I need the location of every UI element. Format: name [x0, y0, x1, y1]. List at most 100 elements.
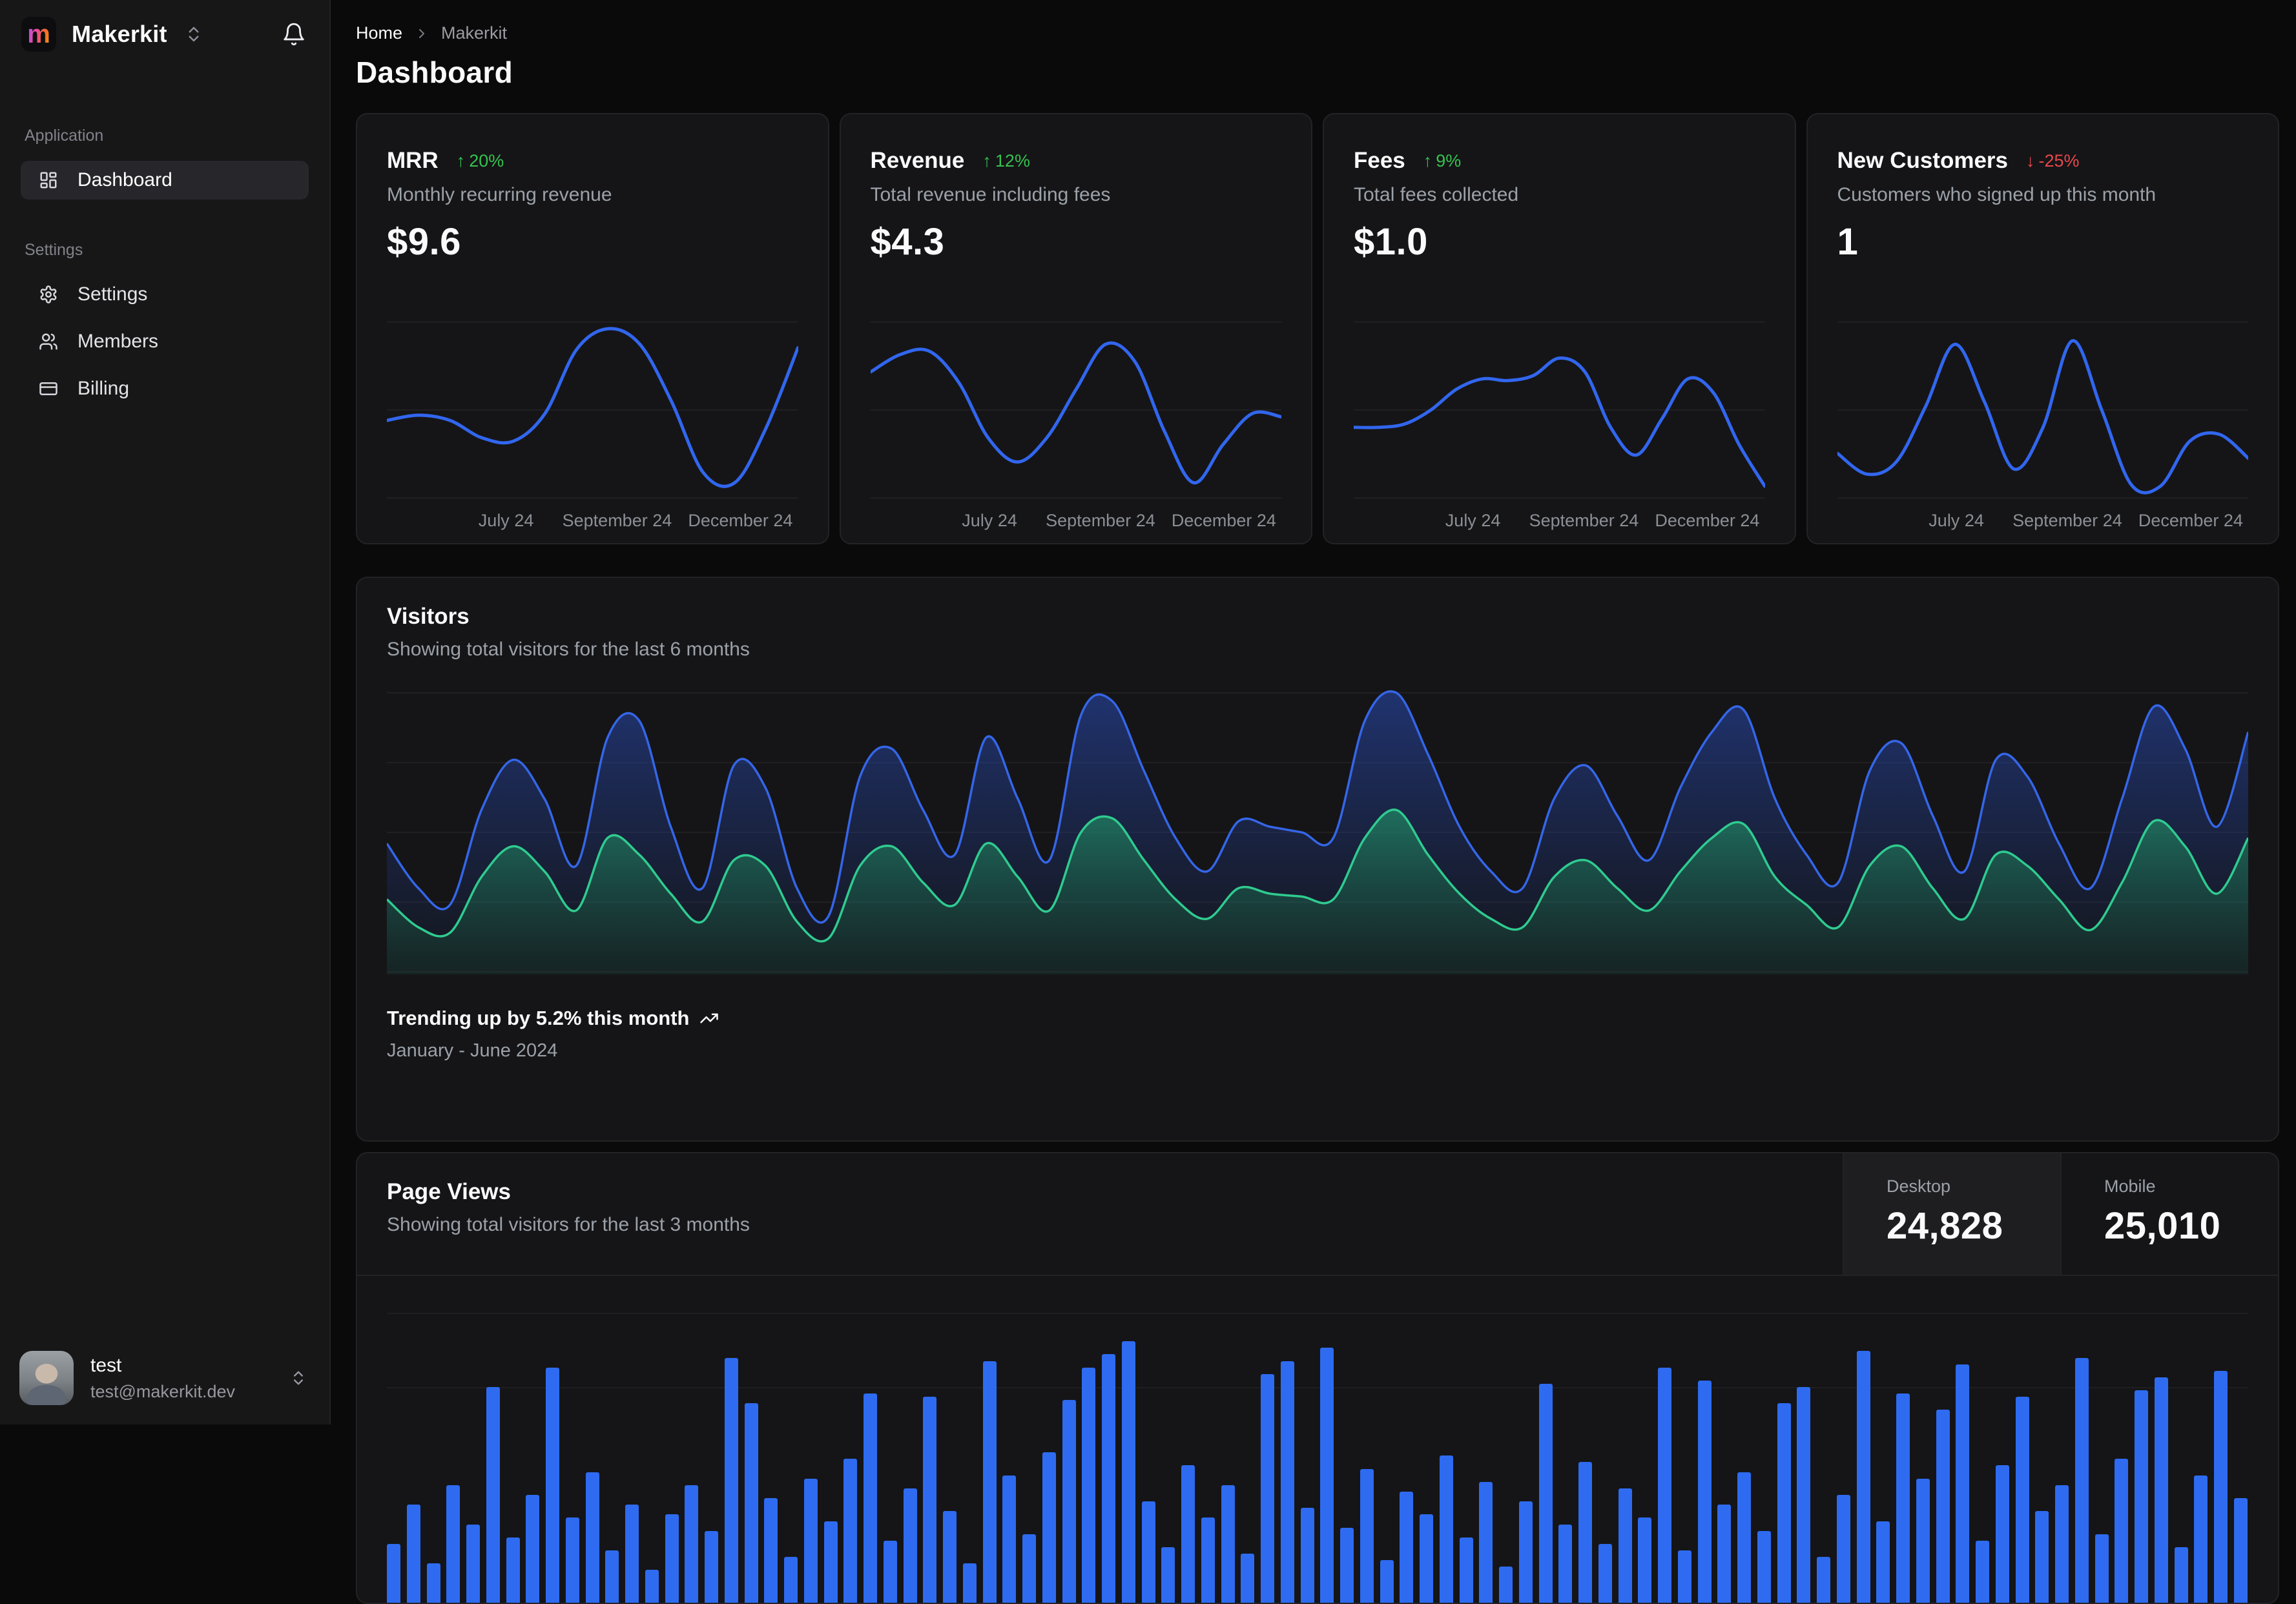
x-tick-label: September 24: [1046, 511, 1155, 531]
stat-card-revenue: Revenue ↑ 12% Total revenue including fe…: [840, 113, 1313, 544]
bar: [1638, 1517, 1651, 1603]
bar: [1142, 1501, 1155, 1603]
sidebar-item-settings[interactable]: Settings: [21, 275, 309, 314]
bar: [1301, 1508, 1314, 1603]
user-email: test@makerkit.dev: [90, 1382, 235, 1402]
trend-badge: ↓ -25%: [2026, 151, 2080, 171]
trend-delta: 9%: [1436, 151, 1461, 171]
bar: [1460, 1537, 1473, 1603]
trend-summary: Trending up by 5.2% this month: [387, 1007, 689, 1030]
x-tick-label: July 24: [1445, 511, 1501, 531]
workspace-header: m Makerkit: [0, 0, 329, 65]
nav-section-settings: Settings: [25, 241, 305, 260]
bar: [745, 1403, 758, 1603]
stat-value: $9.6: [387, 220, 798, 263]
chevrons-up-down-icon: [184, 25, 203, 44]
bar: [824, 1521, 838, 1603]
bar: [784, 1557, 798, 1603]
sidebar-item-dashboard[interactable]: Dashboard: [21, 161, 309, 200]
sidebar: m Makerkit Application Dashboard Setting…: [0, 0, 331, 1424]
bar: [1658, 1368, 1671, 1603]
bar: [864, 1393, 877, 1603]
bar: [1717, 1505, 1731, 1603]
bar: [1698, 1381, 1712, 1603]
toggle-value: 24,828: [1887, 1204, 2060, 1248]
trend-delta: 20%: [469, 151, 504, 171]
user-menu-button[interactable]: test test@makerkit.dev: [0, 1335, 329, 1424]
mrr-sparkline-chart: [387, 314, 798, 502]
toggle-mobile[interactable]: Mobile 25,010: [2060, 1153, 2278, 1275]
breadcrumb-current: Makerkit: [441, 23, 507, 43]
revenue-sparkline-chart: [871, 314, 1282, 502]
bar: [1400, 1492, 1413, 1603]
visitors-area-chart: [387, 684, 2248, 974]
up-arrow-icon: ↑: [1423, 151, 1432, 171]
sidebar-item-billing[interactable]: Billing: [21, 369, 309, 408]
bar: [1519, 1501, 1533, 1603]
notifications-button[interactable]: [282, 22, 306, 46]
user-name: test: [90, 1355, 235, 1377]
main-content: Home Makerkit Dashboard MRR ↑ 20% Monthl…: [332, 0, 2296, 1424]
bar: [2055, 1485, 2069, 1603]
sidebar-item-members[interactable]: Members: [21, 322, 309, 361]
bar: [725, 1358, 738, 1603]
bar: [2135, 1390, 2148, 1603]
bar: [2016, 1397, 2029, 1603]
x-tick-label: December 24: [1655, 511, 1759, 531]
bar: [1022, 1534, 1036, 1603]
bar: [1420, 1514, 1433, 1603]
bar: [804, 1479, 818, 1603]
bar: [1042, 1452, 1056, 1603]
bar: [1122, 1341, 1135, 1603]
x-axis-labels: July 24September 24December 24: [871, 502, 1282, 543]
bar: [1241, 1554, 1254, 1603]
toggle-desktop[interactable]: Desktop 24,828: [1843, 1153, 2060, 1275]
x-tick-label: December 24: [1172, 511, 1276, 531]
new-customers-sparkline-chart: [1837, 314, 2249, 502]
page-views-card: Page Views Showing total visitors for th…: [356, 1152, 2279, 1604]
bar: [1996, 1465, 2009, 1603]
bar: [1837, 1495, 1850, 1603]
bar: [2075, 1358, 2089, 1603]
gear-icon: [39, 285, 58, 304]
chevron-right-icon: [414, 26, 429, 41]
bar: [2214, 1371, 2228, 1603]
breadcrumb: Home Makerkit: [356, 0, 2279, 43]
toggle-value: 25,010: [2104, 1204, 2278, 1248]
bar: [566, 1517, 579, 1603]
stat-title: Fees: [1354, 148, 1405, 174]
toggle-label: Desktop: [1887, 1177, 2060, 1197]
x-tick-label: September 24: [563, 511, 672, 531]
x-axis-labels: July 24September 24December 24: [387, 502, 798, 543]
date-range: January - June 2024: [387, 1040, 2248, 1062]
x-axis-labels: July 24September 24December 24: [1354, 502, 1765, 543]
bar: [1857, 1351, 1870, 1603]
x-tick-label: September 24: [2012, 511, 2122, 531]
trending-up-icon: [699, 1009, 719, 1028]
dashboard-icon: [39, 170, 58, 190]
bar: [2115, 1459, 2128, 1603]
page-views-title: Page Views: [387, 1179, 1843, 1205]
bar: [1261, 1374, 1274, 1603]
bar: [427, 1563, 440, 1603]
bar: [1936, 1410, 1950, 1603]
bar: [1757, 1531, 1771, 1603]
bar: [1876, 1521, 1890, 1603]
breadcrumb-home-link[interactable]: Home: [356, 23, 402, 43]
bar: [1440, 1455, 1453, 1603]
stat-title: Revenue: [871, 148, 965, 174]
bar: [1558, 1525, 1572, 1603]
bar: [1797, 1387, 1810, 1603]
bar: [446, 1485, 460, 1603]
bar: [2095, 1534, 2109, 1603]
bar: [1817, 1557, 1830, 1603]
bar: [586, 1472, 599, 1603]
bar: [884, 1541, 897, 1603]
nav-section-application: Application: [25, 127, 305, 145]
bar: [1916, 1479, 1930, 1603]
bar: [625, 1505, 639, 1603]
workspace-switcher-button[interactable]: [184, 25, 203, 44]
bar: [923, 1397, 936, 1603]
bar: [2234, 1498, 2248, 1603]
bar: [526, 1495, 539, 1603]
